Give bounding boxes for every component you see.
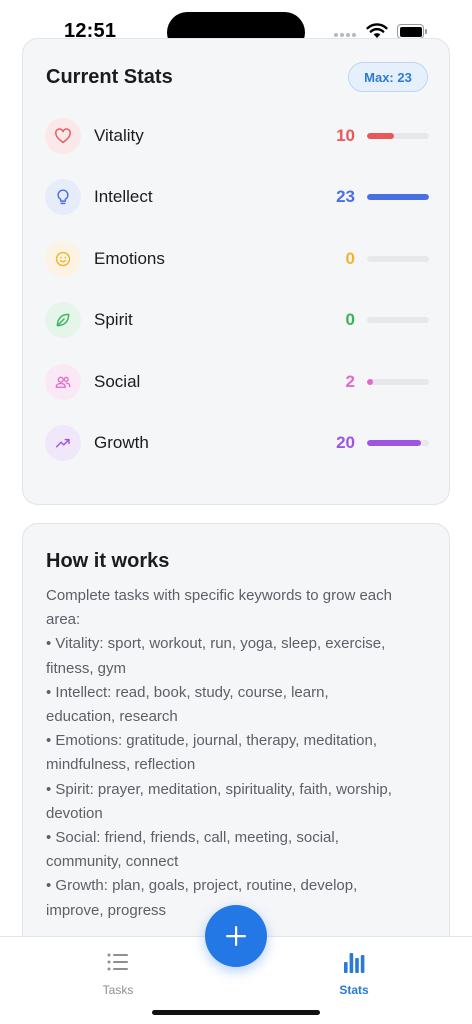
stat-row-growth: Growth 20 xyxy=(45,423,429,463)
stat-name: Spirit xyxy=(94,310,133,329)
how-line: education, research xyxy=(46,708,178,726)
stat-value: 10 xyxy=(336,126,355,145)
stat-progress-fill xyxy=(367,440,421,446)
stat-value: 0 xyxy=(345,310,355,329)
stat-value: 2 xyxy=(345,372,355,391)
stat-value: 20 xyxy=(336,433,355,452)
how-it-works-text: Complete tasks with specific keywords to… xyxy=(46,584,430,923)
people-icon xyxy=(45,364,81,400)
add-task-button[interactable] xyxy=(205,905,267,967)
stat-name: Social xyxy=(94,372,141,391)
cellular-signal-icon xyxy=(334,33,356,37)
wifi-icon xyxy=(366,23,388,38)
how-line: • Growth: plan, goals, project, routine,… xyxy=(46,877,358,895)
how-line: devotion xyxy=(46,804,103,822)
stat-row-spirit: Spirit 0 xyxy=(45,300,429,340)
stat-row-emotions: Emotions 0 xyxy=(45,239,429,279)
how-line: • Emotions: gratitude, journal, therapy,… xyxy=(46,732,377,750)
tab-stats[interactable]: Stats xyxy=(304,949,404,999)
how-line: Complete tasks with specific keywords to… xyxy=(46,587,392,604)
how-line: area: xyxy=(46,611,81,629)
current-stats-title: Current Stats xyxy=(46,66,173,88)
stat-progress-bar xyxy=(367,194,429,200)
stat-row-social: Social 2 xyxy=(45,362,429,402)
stat-name: Intellect xyxy=(94,187,153,206)
leaf-icon xyxy=(45,302,81,338)
how-line: • Intellect: read, book, study, course, … xyxy=(46,683,329,701)
how-line: mindfulness, reflection xyxy=(46,756,196,774)
stat-progress-bar xyxy=(367,440,429,446)
current-stats-card: Current Stats Max: 23 Vitality 10 Intell… xyxy=(22,38,450,505)
stat-progress-fill xyxy=(367,379,373,385)
how-it-works-title: How it works xyxy=(46,550,170,572)
stat-row-intellect: Intellect 23 xyxy=(45,177,429,217)
how-line: • Social: friend, friends, call, meeting… xyxy=(46,829,339,847)
stat-progress-fill xyxy=(367,133,394,139)
how-it-works-card: How it works Complete tasks with specifi… xyxy=(22,523,450,953)
stat-row-vitality: Vitality 10 xyxy=(45,116,429,156)
lightbulb-icon xyxy=(45,179,81,215)
list-icon xyxy=(107,953,128,971)
how-line: • Spirit: prayer, meditation, spirituali… xyxy=(46,780,392,798)
tab-tasks-label: Tasks xyxy=(102,983,134,997)
stat-value: 0 xyxy=(345,249,355,268)
how-line: fitness, gym xyxy=(46,659,127,677)
stat-name: Vitality xyxy=(94,126,144,145)
stat-progress-bar xyxy=(367,256,429,262)
plus-icon xyxy=(226,926,246,946)
tab-stats-label: Stats xyxy=(339,983,369,997)
battery-icon xyxy=(397,24,427,39)
bar-chart-icon xyxy=(344,953,365,973)
stat-progress-bar xyxy=(367,133,429,139)
stat-progress-fill xyxy=(367,194,429,200)
how-line: • Vitality: sport, workout, run, yoga, s… xyxy=(46,635,386,653)
stat-progress-bar xyxy=(367,317,429,323)
stat-value: 23 xyxy=(336,187,355,206)
tab-tasks[interactable]: Tasks xyxy=(68,949,168,999)
stat-name: Emotions xyxy=(94,249,165,268)
smiley-icon xyxy=(45,241,81,277)
how-line: community, connect xyxy=(46,853,179,871)
heart-icon xyxy=(45,118,81,154)
stat-progress-bar xyxy=(367,379,429,385)
max-badge: Max: 23 xyxy=(348,62,428,92)
trending-up-icon xyxy=(45,425,81,461)
stat-name: Growth xyxy=(94,433,149,452)
home-indicator xyxy=(152,1010,320,1015)
